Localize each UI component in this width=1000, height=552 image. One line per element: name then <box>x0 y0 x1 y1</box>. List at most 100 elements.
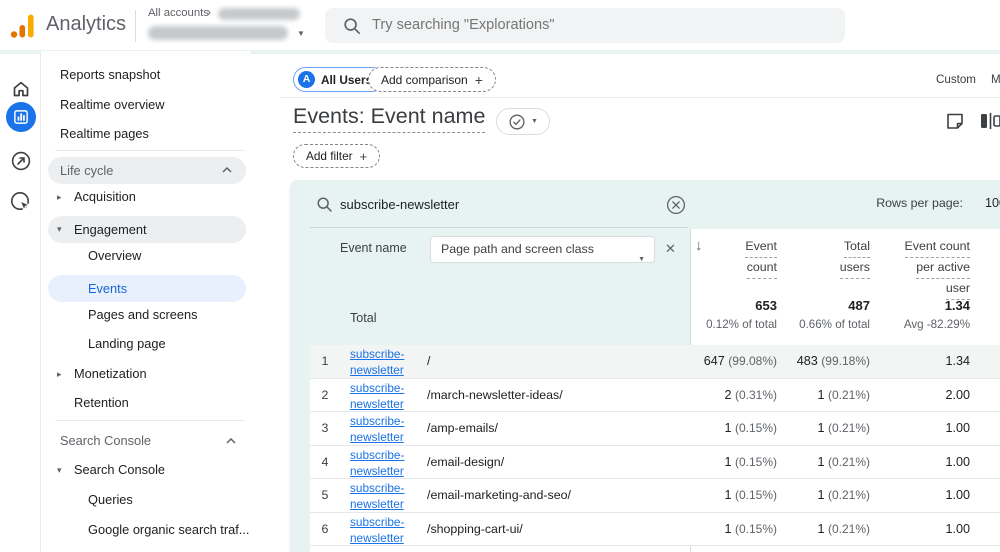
total-users-cell: 1 (0.21%) <box>817 379 870 413</box>
remove-secondary-dimension-icon[interactable]: ✕ <box>665 241 676 257</box>
home-icon[interactable] <box>0 74 41 104</box>
table-search-input[interactable] <box>340 193 640 215</box>
header-divider <box>135 10 136 42</box>
advertising-icon[interactable] <box>0 186 41 216</box>
column-header-event-count[interactable]: Event count <box>745 237 777 279</box>
plus-icon: + <box>475 72 483 88</box>
segment-avatar: A <box>298 71 315 88</box>
global-search-bar[interactable] <box>325 8 845 43</box>
total-ecpau-note: Avg -82.29% <box>904 318 970 331</box>
expand-monetization-icon[interactable]: ▸ <box>57 369 62 380</box>
row-number: 3 <box>316 412 334 446</box>
redacted-property-name[interactable] <box>148 26 288 40</box>
property-switcher-caret-icon[interactable]: ▼ <box>297 29 305 38</box>
event-count-cell: 647 (99.08%) <box>704 345 777 379</box>
comparisons-panel-icon[interactable] <box>979 110 1000 132</box>
accounts-breadcrumb[interactable]: All accounts <box>148 7 209 19</box>
column-header-total-users[interactable]: Total users <box>840 237 870 279</box>
page-path-cell: /email-marketing-and-seo/ <box>427 479 571 513</box>
sidebar-item-events[interactable]: Events <box>48 275 246 302</box>
sidebar-item-google-organic-search[interactable]: Google organic search traf... <box>88 520 249 540</box>
reports-icon[interactable] <box>0 102 41 132</box>
table-row[interactable]: 3 subscribe-newsletter /amp-emails/ 1 (0… <box>310 412 1000 446</box>
reports-sidebar: Reports snapshot Realtime overview Realt… <box>41 51 250 552</box>
sidebar-section-search-console[interactable]: Search Console <box>60 431 151 451</box>
table-row[interactable]: 4 subscribe-newsletter /email-design/ 1 … <box>310 446 1000 480</box>
page-title[interactable]: Events: Event name <box>293 104 485 133</box>
analytics-app: Analytics All accounts › ▼ <box>0 0 1000 552</box>
global-search-input[interactable] <box>372 14 812 36</box>
ecpau-cell: 1.00 <box>945 412 970 446</box>
row-number: 2 <box>316 379 334 413</box>
collapse-section-icon[interactable] <box>226 438 236 444</box>
total-event-count-pct: 0.12% of total <box>706 318 777 331</box>
table-row[interactable]: 6 subscribe-newsletter /shopping-cart-ui… <box>310 513 1000 547</box>
total-users-pct: 0.66% of total <box>799 318 870 331</box>
sidebar-item-realtime-pages[interactable]: Realtime pages <box>60 124 149 144</box>
table-row[interactable]: 5 subscribe-newsletter /email-marketing-… <box>310 479 1000 513</box>
page-path-cell: / <box>427 345 430 379</box>
event-name-link[interactable]: subscribe-newsletter <box>350 380 428 412</box>
table-search-icon <box>315 195 334 214</box>
top-header: Analytics All accounts › ▼ <box>0 0 1000 51</box>
sidebar-item-realtime-overview[interactable]: Realtime overview <box>60 95 165 115</box>
event-name-link[interactable]: subscribe-newsletter <box>350 514 428 546</box>
page-path-cell: /amp-emails/ <box>427 412 498 446</box>
page-path-cell: /march-newsletter-ideas/ <box>427 379 563 413</box>
report-status-dropdown[interactable]: ▼ <box>496 108 550 135</box>
sort-descending-icon[interactable]: ↓ <box>695 237 703 254</box>
sidebar-item-overview[interactable]: Overview <box>88 246 141 266</box>
total-users-cell: 1 (0.21%) <box>817 479 870 513</box>
sidebar-item-search-console[interactable]: Search Console <box>74 460 165 480</box>
sidebar-item-landing-page[interactable]: Landing page <box>88 334 166 354</box>
primary-dimension-header[interactable]: Event name <box>340 241 407 255</box>
plus-icon: + <box>360 149 368 164</box>
dropdown-caret-icon: ▼ <box>638 247 645 272</box>
page-path-cell: /shopping-cart-ui/ <box>427 513 523 547</box>
event-name-link[interactable]: subscribe-newsletter <box>350 413 428 445</box>
nav-icon-rail <box>0 54 41 552</box>
total-event-count: 653 <box>755 298 777 313</box>
analytics-logo-icon <box>9 12 37 40</box>
sidebar-divider <box>55 150 245 151</box>
date-range-clipped-text: M <box>991 73 1000 86</box>
collapse-engagement-icon[interactable]: ▾ <box>57 216 62 243</box>
event-name-link[interactable]: subscribe-newsletter <box>350 447 428 479</box>
column-header-event-count-per-active-user[interactable]: Event count per active user <box>905 237 970 300</box>
expand-acquisition-icon[interactable]: ▸ <box>57 192 62 203</box>
rows-per-page-select[interactable]: 100 <box>985 196 1000 210</box>
add-comparison-chip[interactable]: Add comparison + <box>368 67 496 92</box>
total-row-label: Total <box>350 311 377 325</box>
dropdown-caret-icon: ▼ <box>531 118 538 125</box>
sidebar-item-engagement[interactable]: ▾ Engagement <box>48 216 246 243</box>
date-range-picker[interactable]: Custom <box>936 73 976 86</box>
row-number: 5 <box>316 479 334 513</box>
total-users-value: 487 <box>848 298 870 313</box>
total-ecpau-value: 1.34 <box>945 298 970 313</box>
breadcrumb-chevron-icon: › <box>207 5 211 19</box>
add-filter-chip[interactable]: Add filter + <box>293 144 380 168</box>
sidebar-item-acquisition[interactable]: Acquisition <box>74 187 136 207</box>
explore-icon[interactable] <box>0 146 41 176</box>
note-icon[interactable] <box>944 110 966 132</box>
row-number: 6 <box>316 513 334 547</box>
collapse-search-console-icon[interactable]: ▾ <box>57 465 62 476</box>
sidebar-item-pages-and-screens[interactable]: Pages and screens <box>88 305 198 325</box>
sidebar-item-monetization[interactable]: Monetization <box>74 364 147 384</box>
collapse-section-icon[interactable] <box>222 167 232 173</box>
table-row[interactable]: 2 subscribe-newsletter /march-newsletter… <box>310 379 1000 413</box>
total-users-cell: 1 (0.21%) <box>817 513 870 547</box>
event-name-link[interactable]: subscribe-newsletter <box>350 480 428 512</box>
clear-search-icon[interactable] <box>666 195 686 215</box>
secondary-dimension-dropdown[interactable]: Page path and screen class ▼ <box>430 236 655 263</box>
check-circle-icon <box>508 113 526 131</box>
row-number: 1 <box>316 345 334 379</box>
sidebar-divider <box>55 420 245 421</box>
sidebar-section-life-cycle[interactable]: Life cycle <box>48 157 246 184</box>
table-row[interactable]: 1 subscribe-newsletter / 647 (99.08%) 48… <box>310 345 1000 379</box>
sidebar-item-retention[interactable]: Retention <box>74 393 129 413</box>
event-name-link[interactable]: subscribe-newsletter <box>350 346 428 378</box>
sidebar-item-reports-snapshot[interactable]: Reports snapshot <box>60 65 160 85</box>
sidebar-item-queries[interactable]: Queries <box>88 490 133 510</box>
search-row-border <box>310 227 688 228</box>
